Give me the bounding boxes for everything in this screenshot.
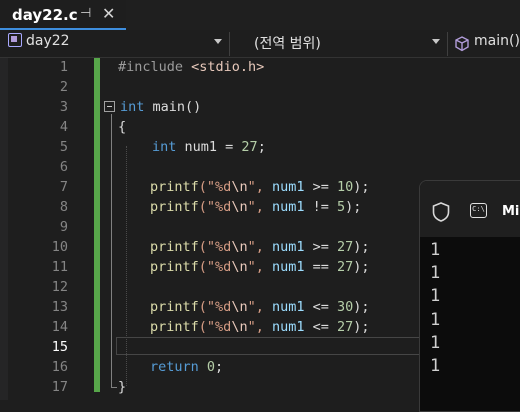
line-number: 11 [51,259,68,275]
line-number: 14 [51,319,68,335]
output-line: 1 [430,240,441,260]
code-text: #include <stdio.h> [118,59,265,75]
code-line: 2 [0,78,520,98]
code-text: { [118,119,127,135]
line-number: 13 [51,299,68,315]
line-number: 3 [59,99,68,115]
member-label: main() [474,33,520,49]
divider [447,32,448,56]
close-icon[interactable]: ✕ [102,4,115,23]
pin-icon[interactable]: ⊣ [80,6,91,21]
project-label: day22 [26,33,70,49]
scope-label: (전역 범위) [254,36,321,52]
code-text: printf("%d\n", num1 == 27); [150,259,370,275]
line-number: 5 [59,139,68,155]
chevron-down-icon [432,39,440,44]
code-text: printf("%d\n", num1 >= 27); [150,239,370,255]
code-text: printf("%d\n", num1 <= 30); [150,299,370,315]
line-number: 7 [59,179,68,195]
navigation-bar: day22 (전역 범위) main() [0,30,520,58]
code-line: 1 #include <stdio.h> [0,58,520,78]
code-text: return 0; [150,359,224,375]
line-number: 6 [59,159,68,175]
line-number: 12 [51,279,68,295]
code-line: 4 { [0,118,520,138]
console-titlebar[interactable]: C:\ Mi [420,181,520,237]
line-number: 17 [51,379,68,395]
project-icon [8,33,22,47]
output-line: 1 [430,286,441,307]
line-number: 16 [51,359,68,375]
line-number: 4 [59,119,68,135]
console-title: Mi [502,204,520,219]
code-line: 3 int main() [0,98,520,118]
line-number: 15 [51,339,68,355]
divider [229,32,230,56]
code-text: } [118,379,127,395]
code-text: int main() [120,99,202,115]
shield-icon [432,202,450,222]
scope-dropdown[interactable]: (전역 범위) [232,33,444,55]
output-line: 1 [430,356,441,377]
cube-icon [455,36,469,52]
output-line: 1 [430,332,441,353]
document-tab-strip: day22.c ⊣ ✕ [0,0,520,30]
output-line: 1 [430,309,441,330]
line-number: 9 [59,219,68,235]
code-text: printf("%d\n", num1 >= 10); [150,179,370,195]
chevron-down-icon [214,39,222,44]
code-text: int num1 = 27; [152,139,266,155]
tab-title: day22.c [12,6,78,24]
code-line: 6 [0,158,520,178]
debug-console-window[interactable]: C:\ Mi 1 1 1 1 1 1 [419,180,520,412]
output-line: 1 [430,263,441,284]
code-text: printf("%d\n", num1 <= 27); [150,319,370,335]
terminal-icon: C:\ [470,203,487,218]
line-number: 2 [59,79,68,95]
line-number: 1 [59,59,68,75]
tab-day22-c[interactable]: day22.c ⊣ ✕ [0,0,126,30]
line-number: 10 [51,239,68,255]
code-line: 5 int num1 = 27; [0,138,520,158]
line-number: 8 [59,199,68,215]
code-text: printf("%d\n", num1 != 5); [150,199,362,215]
console-output: 1 1 1 1 1 1 [430,239,440,378]
member-dropdown[interactable]: main() [452,33,520,55]
project-dropdown[interactable]: day22 [8,33,226,55]
